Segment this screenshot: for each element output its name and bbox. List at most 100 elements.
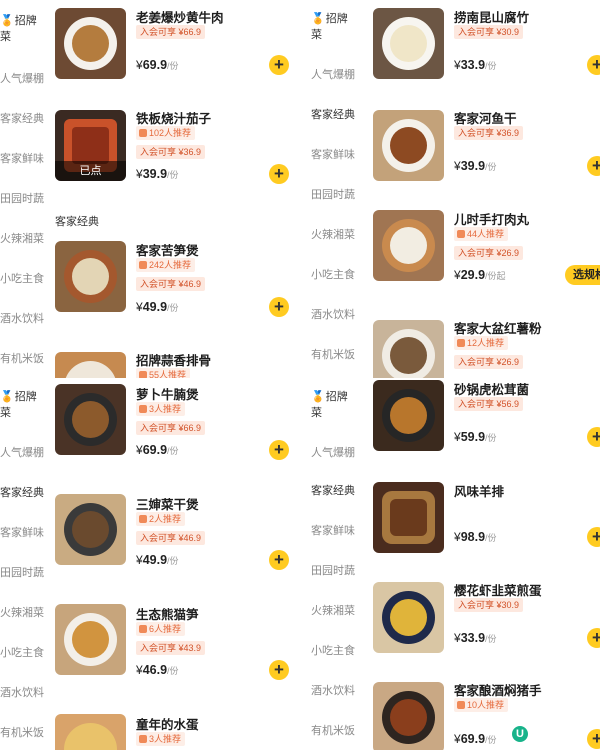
dish-name[interactable]: 砂锅虎松茸菌 (454, 379, 529, 398)
select-spec-button[interactable]: 选规格 (565, 265, 600, 285)
dish-name[interactable]: 三婶菜干煲 (136, 494, 199, 513)
sidebar-item-vegetables[interactable]: 田园时蔬 (0, 566, 44, 580)
dish-name[interactable]: 萝卜牛腩煲 (136, 384, 199, 403)
add-to-cart-button[interactable]: + (269, 55, 289, 75)
add-to-cart-button[interactable]: + (587, 156, 600, 176)
add-to-cart-button[interactable]: + (269, 164, 289, 184)
dish-image[interactable] (373, 210, 444, 281)
dish-image[interactable] (373, 482, 444, 553)
sidebar-item-drinks[interactable]: 酒水饮料 (311, 308, 355, 322)
dish-name[interactable]: 捞南昆山腐竹 (454, 7, 529, 26)
sidebar-item-popular[interactable]: 人气爆棚 (0, 72, 44, 86)
dish-name[interactable]: 童年的水蛋 (136, 714, 199, 733)
sidebar-item-signature[interactable]: 🏅招牌 (0, 14, 37, 28)
dish-name[interactable]: 老姜爆炒黄牛肉 (136, 7, 224, 26)
sidebar-item-popular[interactable]: 人气爆棚 (311, 446, 355, 460)
sidebar-item-hakka-fresh[interactable]: 客家鲜味 (0, 152, 44, 166)
sidebar-item-vegetables[interactable]: 田园时蔬 (311, 564, 355, 578)
left-bottom-screenshot: 🏅招牌 菜 人气爆棚 客家经典 客家鲜味 田园时蔬 火辣湘菜 小吃主食 酒水饮料… (0, 378, 300, 750)
dish-name[interactable]: 风味羊排 (454, 481, 504, 500)
sidebar-item-drinks[interactable]: 酒水饮料 (0, 312, 44, 326)
thumbs-up-icon (139, 625, 147, 633)
add-to-cart-button[interactable]: + (587, 527, 600, 547)
dish-price: ¥69.9/份 (136, 443, 179, 457)
dish-image[interactable] (55, 8, 126, 79)
sidebar-item-drinks[interactable]: 酒水饮料 (311, 684, 355, 698)
member-price-tag: 入会可享 ¥46.9 (136, 277, 206, 291)
dish-name[interactable]: 生态熊猫笋 (136, 604, 199, 623)
recommend-tag: 102人推荐 (136, 126, 196, 140)
dish-image[interactable] (55, 352, 126, 378)
sidebar-item-hakka-classic[interactable]: 客家经典 (0, 486, 44, 500)
dish-price: ¥39.9/份 (136, 167, 179, 181)
medal-icon: 🏅 (0, 391, 14, 403)
dish-image[interactable]: 已点 (55, 110, 126, 181)
dish-name[interactable]: 招牌蒜香排骨 (136, 350, 211, 369)
thumbs-up-icon (139, 405, 147, 413)
dish-image[interactable] (55, 714, 126, 750)
dish-image[interactable] (55, 241, 126, 312)
add-to-cart-button[interactable]: + (269, 550, 289, 570)
sidebar-item-rice[interactable]: 有机米饭 (311, 348, 355, 362)
dish-name[interactable]: 客家大盆红薯粉 (454, 318, 542, 337)
dish-name[interactable]: 铁板烧汁茄子 (136, 108, 211, 127)
sidebar-item-signature[interactable]: 🏅招牌 (311, 12, 348, 26)
member-price-tag: 入会可享 ¥46.9 (136, 531, 206, 545)
sidebar-item-vegetables[interactable]: 田园时蔬 (311, 188, 355, 202)
sidebar-item-popular[interactable]: 人气爆棚 (0, 446, 44, 460)
sidebar-item-snacks[interactable]: 小吃主食 (311, 644, 355, 658)
member-price-tag: 入会可享 ¥43.9 (136, 641, 206, 655)
dish-image[interactable] (373, 380, 444, 451)
add-to-cart-button[interactable]: + (587, 427, 600, 447)
floating-app-logo[interactable]: U (512, 726, 528, 742)
dish-image[interactable] (55, 494, 126, 565)
sidebar-item-snacks[interactable]: 小吃主食 (0, 646, 44, 660)
sidebar-item-hakka-fresh[interactable]: 客家鲜味 (0, 526, 44, 540)
sidebar-item-hunan[interactable]: 火辣湘菜 (311, 604, 355, 618)
dish-image[interactable] (373, 8, 444, 79)
sidebar-item-hakka-fresh[interactable]: 客家鲜味 (311, 524, 355, 538)
dish-price: ¥39.9/份 (454, 159, 497, 173)
dish-image[interactable] (373, 682, 444, 750)
add-to-cart-button[interactable]: + (587, 628, 600, 648)
sidebar-item-hunan[interactable]: 火辣湘菜 (311, 228, 355, 242)
dish-name[interactable]: 客家河鱼干 (454, 108, 517, 127)
dish-price: ¥59.9/份 (454, 430, 497, 444)
medal-icon: 🏅 (0, 15, 14, 27)
sidebar-item-popular[interactable]: 人气爆棚 (311, 68, 355, 82)
sidebar-item-rice[interactable]: 有机米饭 (0, 726, 44, 740)
sidebar-item-rice[interactable]: 有机米饭 (0, 352, 44, 366)
add-to-cart-button[interactable]: + (269, 297, 289, 317)
add-to-cart-button[interactable]: + (269, 440, 289, 460)
dish-image[interactable] (373, 320, 444, 378)
member-price-tag: 入会可享 ¥30.9 (454, 598, 524, 612)
sidebar-item-signature[interactable]: 🏅招牌 (0, 390, 37, 404)
sidebar-item-hakka-fresh[interactable]: 客家鲜味 (311, 148, 355, 162)
recommend-tag: 242人推荐 (136, 258, 196, 272)
sidebar-item-hakka-classic[interactable]: 客家经典 (311, 484, 355, 498)
dish-name[interactable]: 樱花虾韭菜煎蛋 (454, 580, 542, 599)
add-to-cart-button[interactable]: + (587, 729, 600, 749)
dish-name[interactable]: 客家酿酒焖猪手 (454, 680, 542, 699)
sidebar-item-hakka-classic[interactable]: 客家经典 (311, 108, 355, 122)
dish-image[interactable] (373, 110, 444, 181)
sidebar-item-drinks[interactable]: 酒水饮料 (0, 686, 44, 700)
sidebar-item-rice[interactable]: 有机米饭 (311, 724, 355, 738)
dish-name[interactable]: 儿时手打肉丸 (454, 209, 529, 228)
sidebar-item-snacks[interactable]: 小吃主食 (311, 268, 355, 282)
recommend-tag: 6人推荐 (136, 622, 186, 636)
add-to-cart-button[interactable]: + (587, 55, 600, 75)
sidebar-item-snacks[interactable]: 小吃主食 (0, 272, 44, 286)
dish-image[interactable] (55, 604, 126, 675)
sidebar-item-signature-cont: 菜 (311, 29, 322, 41)
add-to-cart-button[interactable]: + (269, 660, 289, 680)
dish-image[interactable] (373, 582, 444, 653)
sidebar-item-vegetables[interactable]: 田园时蔬 (0, 192, 44, 206)
sidebar-item-hunan[interactable]: 火辣湘菜 (0, 606, 44, 620)
sidebar-item-signature[interactable]: 🏅招牌 (311, 390, 348, 404)
dish-price: ¥46.9/份 (136, 663, 179, 677)
dish-name[interactable]: 客家苦笋煲 (136, 240, 199, 259)
sidebar-item-hakka-classic[interactable]: 客家经典 (0, 112, 44, 126)
sidebar-item-hunan[interactable]: 火辣湘菜 (0, 232, 44, 246)
dish-image[interactable] (55, 384, 126, 455)
